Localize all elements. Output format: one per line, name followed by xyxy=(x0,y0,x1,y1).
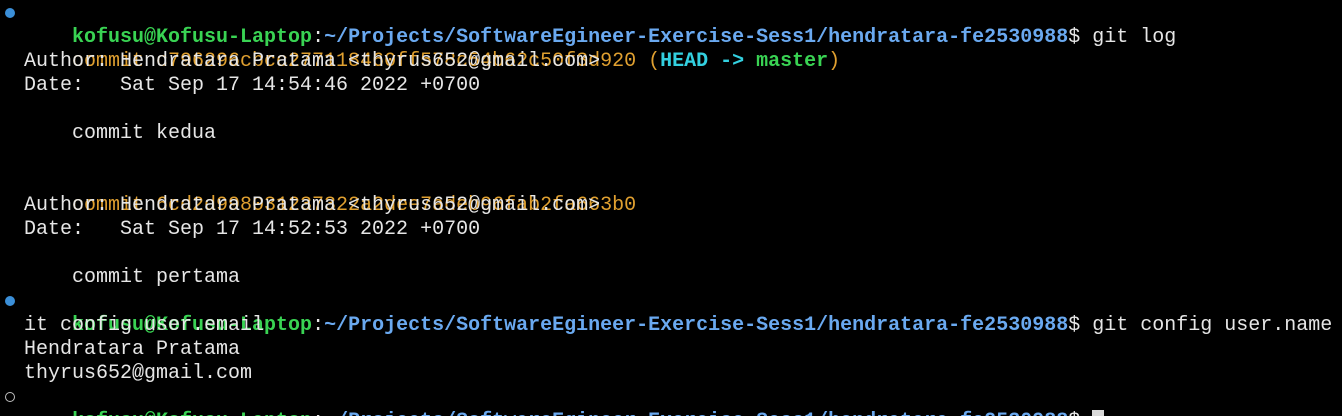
command-status-dot-icon[interactable] xyxy=(5,296,15,306)
command-text: git log xyxy=(1080,26,1177,49)
commit-line: commit c796296cbcc277118460ff578c54b62c5… xyxy=(24,26,840,73)
author-line: Author: Hendratara Pratama <thyrus652@gm… xyxy=(24,50,601,73)
branch-ref: master xyxy=(756,50,829,73)
head-ref: HEAD -> xyxy=(660,50,745,73)
commit-line: commit 6cd2d998031237322a2dee7adeb96fab2… xyxy=(24,170,636,217)
prompt-path: ~/Projects/SoftwareEgineer-Exercise-Sess… xyxy=(324,410,1068,416)
commit-message: commit pertama xyxy=(24,266,241,289)
prompt-line-git-config: kofusu@Kofusu-Laptop:~/Projects/Software… xyxy=(24,290,1342,337)
prompt-separator: : xyxy=(312,410,324,416)
prompt-symbol: $ xyxy=(1068,410,1080,416)
date-line: Date: Sat Sep 17 14:52:53 2022 +0700 xyxy=(24,218,481,241)
text-cursor xyxy=(1092,410,1105,416)
author-line: Author: Hendratara Pratama <thyrus652@gm… xyxy=(24,194,601,217)
command-text: git config user.name &&g xyxy=(1092,314,1333,337)
ref-open: ( xyxy=(636,50,661,73)
prompt-user-host: kofusu@Kofusu-Laptop xyxy=(72,410,312,416)
prompt-symbol: $ xyxy=(1068,314,1081,337)
command-status-dot-icon[interactable] xyxy=(5,8,15,18)
prompt-line-active[interactable]: kofusu@Kofusu-Laptop:~/Projects/Software… xyxy=(24,386,1105,416)
terminal-window[interactable]: kofusu@Kofusu-Laptop:~/Projects/Software… xyxy=(0,0,1342,416)
commit-message: commit kedua xyxy=(24,122,217,145)
command-input[interactable] xyxy=(1080,410,1092,416)
command-text-wrapped: it config user.email xyxy=(24,314,265,337)
ref-close: ) xyxy=(828,50,841,73)
prompt-symbol: $ xyxy=(1068,26,1081,49)
prompt-line-git-log: kofusu@Kofusu-Laptop:~/Projects/Software… xyxy=(24,2,1176,49)
command-pending-circle-icon[interactable] xyxy=(5,392,15,402)
output-user-name: Hendratara Pratama xyxy=(24,338,241,361)
prompt-path: ~/Projects/SoftwareEgineer-Exercise-Sess… xyxy=(324,314,1069,337)
prompt-separator: : xyxy=(312,314,325,337)
date-line: Date: Sat Sep 17 14:54:46 2022 +0700 xyxy=(24,74,481,97)
output-user-email: thyrus652@gmail.com xyxy=(24,362,253,385)
